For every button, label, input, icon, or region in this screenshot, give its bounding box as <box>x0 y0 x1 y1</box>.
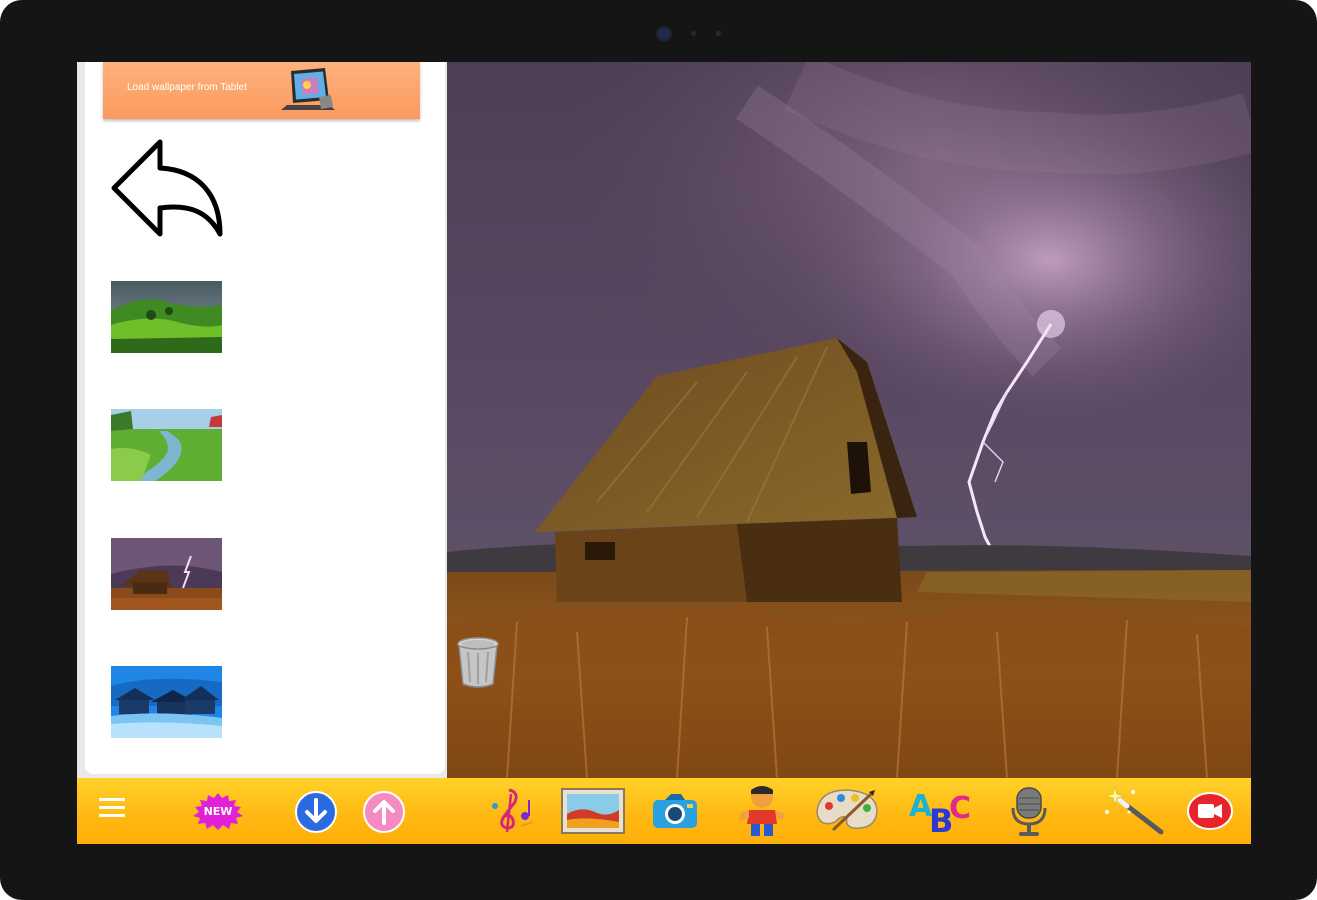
bottom-toolbar: NEW A B C <box>77 778 1251 844</box>
magic-wand-icon[interactable] <box>1103 786 1165 836</box>
load-wallpaper-label: Load wallpaper from Tablet <box>127 82 247 93</box>
abc-letters-icon[interactable]: A B C <box>907 786 977 836</box>
microphone-icon[interactable] <box>1007 786 1051 838</box>
wallpaper-preview[interactable] <box>447 62 1251 778</box>
video-record-icon[interactable] <box>1187 792 1233 830</box>
trash-icon[interactable] <box>454 634 502 690</box>
wallpaper-panel: Load wallpaper from Tablet <box>77 62 447 778</box>
stream-meadow-thumbnail[interactable] <box>111 409 222 481</box>
tablet-device: Load wallpaper from Tablet NEW A B C <box>0 0 1317 900</box>
character-icon[interactable] <box>731 784 793 838</box>
sensor-dot <box>716 31 721 36</box>
upload-icon[interactable] <box>361 790 407 834</box>
winter-village-thumbnail[interactable] <box>111 666 222 738</box>
new-label: NEW <box>203 805 233 818</box>
new-badge-button[interactable]: NEW <box>191 792 245 830</box>
picture-frame-icon[interactable] <box>561 788 625 834</box>
paint-palette-icon[interactable] <box>813 788 881 834</box>
back-arrow-icon[interactable] <box>110 138 226 240</box>
svg-text:C: C <box>949 791 971 826</box>
app-screen: Load wallpaper from Tablet NEW A B C <box>77 62 1251 844</box>
tablet-icon <box>281 68 335 110</box>
green-hills-thumbnail[interactable] <box>111 281 222 353</box>
download-icon[interactable] <box>293 790 339 834</box>
barn-lightning-thumbnail[interactable] <box>111 538 222 610</box>
front-camera <box>658 28 670 40</box>
camera-icon[interactable] <box>651 794 699 830</box>
load-wallpaper-button[interactable]: Load wallpaper from Tablet <box>103 62 420 119</box>
sensor-dot <box>691 31 696 36</box>
music-icon[interactable] <box>485 786 539 836</box>
wallpaper-list: Load wallpaper from Tablet <box>85 62 445 774</box>
menu-icon[interactable] <box>99 798 125 820</box>
